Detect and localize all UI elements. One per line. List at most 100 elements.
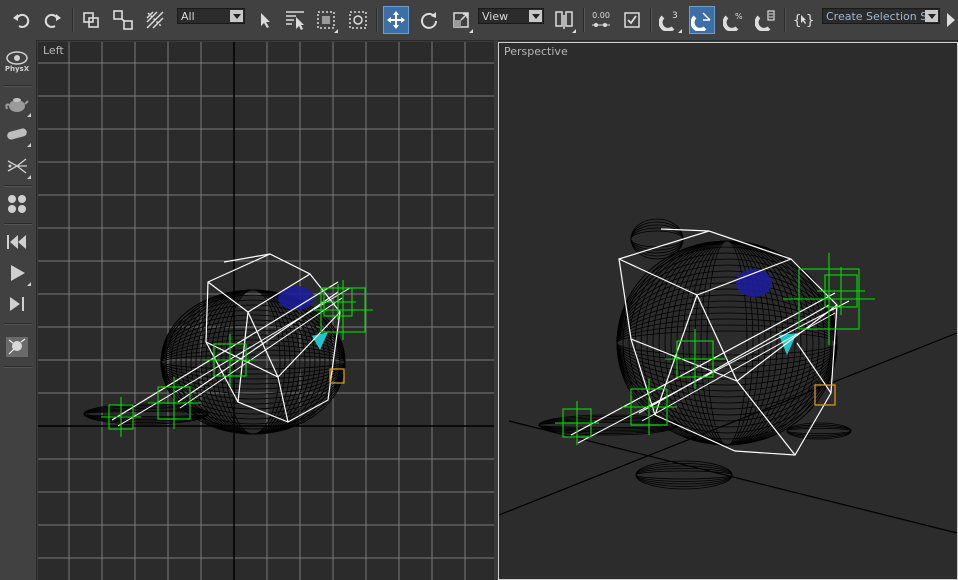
mesh-wire-ring: [652, 240, 802, 446]
flyout-indicator: [678, 29, 682, 33]
left-viewport-canvas[interactable]: [38, 42, 494, 580]
capsule-tool-button[interactable]: [3, 120, 31, 148]
named-sets-icon: {}: [793, 13, 814, 29]
numeric-label: 0.00: [592, 10, 610, 20]
flyout-indicator: [27, 175, 31, 179]
snap-label: 3: [672, 11, 678, 21]
perspective-viewport-label[interactable]: Perspective: [504, 45, 568, 58]
redo-button[interactable]: [40, 6, 66, 34]
rect-selection-icon: [317, 11, 335, 29]
bind-to-space-warp-button[interactable]: [142, 6, 168, 34]
perspective-viewport-canvas[interactable]: [499, 43, 957, 579]
play-icon: [11, 265, 25, 281]
mesh-wire-ring: [160, 349, 346, 375]
chevron-down-icon: [230, 10, 243, 22]
sidebar-separator: [4, 223, 32, 225]
mesh-wire-ring: [160, 319, 346, 405]
mesh-wire-ring: [616, 288, 838, 398]
named-selection-set-dropdown[interactable]: Create Selection Set: [822, 8, 940, 24]
left-grid: [38, 42, 494, 580]
select-and-scale-button[interactable]: [448, 6, 474, 34]
unlink-selection-button[interactable]: [110, 6, 136, 34]
svg-text:{: {: [793, 13, 801, 29]
rewind-button[interactable]: [3, 228, 31, 256]
chevron-right-icon: [947, 13, 955, 27]
flyout-indicator: [572, 29, 576, 33]
undo-button[interactable]: [8, 6, 34, 34]
svg-text:}: }: [806, 13, 814, 29]
scene-tool-button[interactable]: [3, 333, 31, 361]
mesh-wire-ring: [616, 312, 838, 374]
left-viewport[interactable]: Left: [38, 42, 494, 580]
select-and-rotate-button[interactable]: [416, 6, 442, 34]
edit-named-selection-sets-button[interactable]: {}: [790, 6, 816, 34]
scene-icon: [6, 337, 28, 357]
particles-tool-button[interactable]: [3, 152, 31, 180]
chevron-down-icon: [925, 10, 938, 22]
teapot-icon: [5, 98, 29, 112]
sidebar-separator: [4, 366, 32, 368]
left-viewport-label[interactable]: Left: [43, 44, 64, 57]
rectangular-selection-region-button[interactable]: [313, 6, 339, 34]
select-object-button[interactable]: [252, 6, 278, 34]
mesh-wire-ring: [160, 339, 346, 385]
space-warp-icon: [146, 11, 164, 29]
step-forward-button[interactable]: [3, 290, 31, 318]
flyout-indicator: [334, 29, 338, 33]
particles-icon: [7, 158, 27, 174]
dots-tool-button[interactable]: [3, 190, 31, 218]
snaps-toggle-button[interactable]: 3: [657, 6, 683, 34]
toolbar-separator: [650, 8, 652, 32]
angle-snap-toggle-button[interactable]: [689, 6, 715, 34]
toolbar-overflow-button[interactable]: [944, 6, 958, 34]
mesh-wire-ring: [628, 240, 826, 446]
mesh-wire-ring: [616, 246, 838, 440]
mesh-ear-ring: [630, 221, 684, 257]
flyout-indicator: [469, 29, 473, 33]
toolbar-separator: [72, 8, 74, 32]
use-pivot-point-center-button[interactable]: [551, 6, 577, 34]
numeric-icon: 0.00: [591, 11, 611, 30]
physx-button[interactable]: PhysX: [3, 48, 31, 76]
perspective-viewport[interactable]: Perspective: [498, 42, 958, 580]
keyboard-shortcut-override-button[interactable]: 0.00: [588, 6, 614, 34]
play-button[interactable]: [3, 259, 31, 287]
manipulate-button[interactable]: [619, 6, 645, 34]
named-selection-set-value: Create Selection Set: [826, 10, 939, 23]
cursor-icon: [261, 13, 270, 28]
selection-filter-value: All: [181, 10, 195, 23]
flyout-indicator: [27, 143, 31, 147]
flyout-indicator: [27, 282, 31, 286]
pivot-icon: [555, 11, 573, 29]
mesh-foot-ring: [635, 463, 733, 487]
select-and-link-button[interactable]: [78, 6, 104, 34]
spinner-snap-icon: [755, 10, 775, 31]
command-sidebar: PhysX: [0, 40, 37, 580]
step-forward-icon: [10, 297, 24, 311]
redo-icon: [44, 13, 61, 28]
checkbox-icon: [624, 12, 640, 28]
toolbar-separator: [376, 8, 378, 32]
unlink-icon: [113, 10, 133, 30]
rotate-icon: [421, 12, 437, 29]
select-and-move-button[interactable]: [383, 6, 409, 34]
window-crossing-button[interactable]: [345, 6, 371, 34]
angle-snap-icon: [691, 12, 711, 31]
teapot-tool-button[interactable]: [3, 90, 31, 118]
toolbar-separator: [784, 8, 786, 32]
spinner-snap-toggle-button[interactable]: [753, 6, 779, 34]
svg-text:%: %: [735, 12, 743, 21]
sidebar-separator: [4, 185, 32, 187]
toolbar-separator: [583, 8, 585, 32]
coordinate-system-value: View: [482, 10, 509, 23]
select-by-name-button[interactable]: [282, 6, 308, 34]
cage-edge: [660, 228, 710, 232]
cage-edge: [618, 230, 838, 456]
reference-coordinate-system-dropdown[interactable]: View: [478, 8, 544, 24]
mesh-ear-ring: [630, 230, 684, 248]
mesh-wire-ring: [658, 240, 796, 446]
undo-icon: [13, 13, 30, 28]
percent-snap-toggle-button[interactable]: %: [721, 6, 747, 34]
selection-filter-dropdown[interactable]: All: [177, 8, 245, 24]
flyout-indicator: [27, 113, 31, 117]
